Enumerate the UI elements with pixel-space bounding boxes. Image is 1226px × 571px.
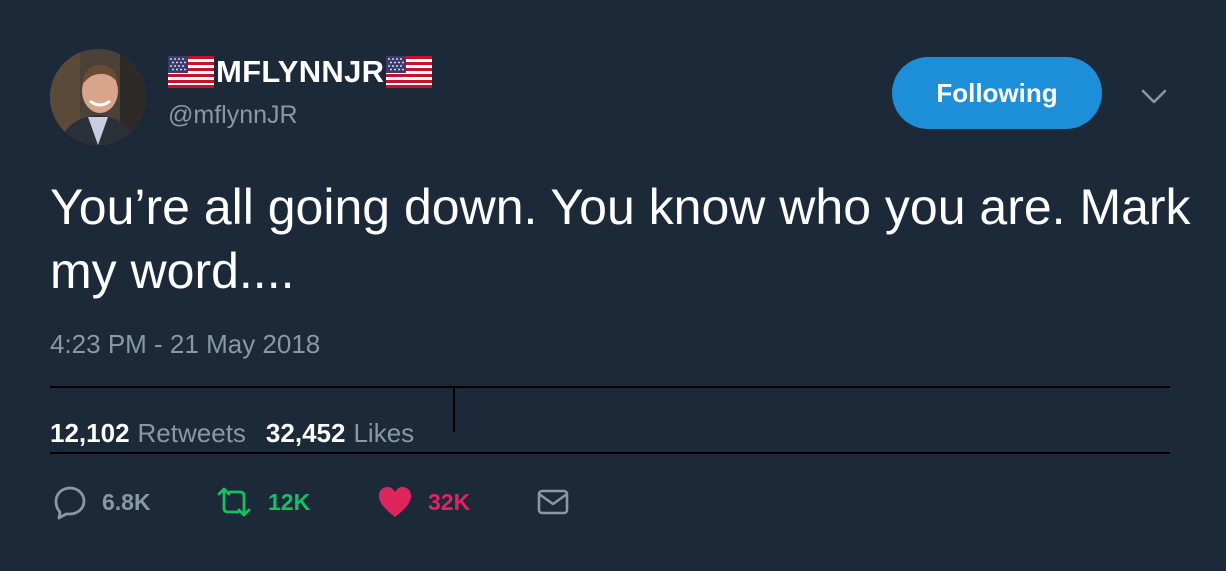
like-button[interactable]: 32K <box>376 484 536 520</box>
following-button[interactable]: Following <box>892 57 1102 129</box>
reply-count: 6.8K <box>102 488 151 515</box>
retweet-icon <box>214 484 254 520</box>
retweets-count: 12,102 <box>50 418 130 448</box>
avatar[interactable] <box>50 49 146 145</box>
divider <box>50 452 1170 454</box>
display-name[interactable]: MFLYNNJR <box>216 54 384 90</box>
chevron-down-icon[interactable] <box>1138 80 1170 112</box>
retweets-label: Retweets <box>137 418 246 448</box>
likes-stat[interactable]: 32,452 Likes <box>266 418 414 449</box>
tweet-stats: 12,102 Retweets 32,452 Likes <box>50 418 414 449</box>
display-name-row[interactable]: MFLYNNJR <box>168 52 433 92</box>
like-count: 32K <box>428 488 471 515</box>
message-button[interactable] <box>536 486 570 518</box>
reply-icon <box>52 484 88 520</box>
likes-count: 32,452 <box>265 418 346 448</box>
retweets-stat[interactable]: 12,102 Retweets <box>50 418 246 449</box>
tweet-actions: 6.8K 12K 32K <box>52 482 570 522</box>
tweet-card: MFLYNNJR @mflynnJR Following You’re all … <box>0 0 1226 571</box>
tweet-text: You’re all going down. You know who you … <box>50 179 1191 299</box>
reply-button[interactable]: 6.8K <box>52 484 214 520</box>
tweet-timestamp[interactable]: 4:23 PM - 21 May 2018 <box>50 329 320 360</box>
likes-label: Likes <box>353 418 415 448</box>
retweet-button[interactable]: 12K <box>214 484 376 520</box>
us-flag-icon <box>386 56 433 88</box>
message-icon <box>536 486 570 518</box>
divider <box>50 386 1170 388</box>
user-handle[interactable]: @mflynnJR <box>168 101 298 130</box>
retweet-count: 12K <box>268 488 311 515</box>
us-flag-icon <box>168 56 214 88</box>
stats-separator <box>453 387 455 432</box>
heart-icon <box>376 484 414 520</box>
